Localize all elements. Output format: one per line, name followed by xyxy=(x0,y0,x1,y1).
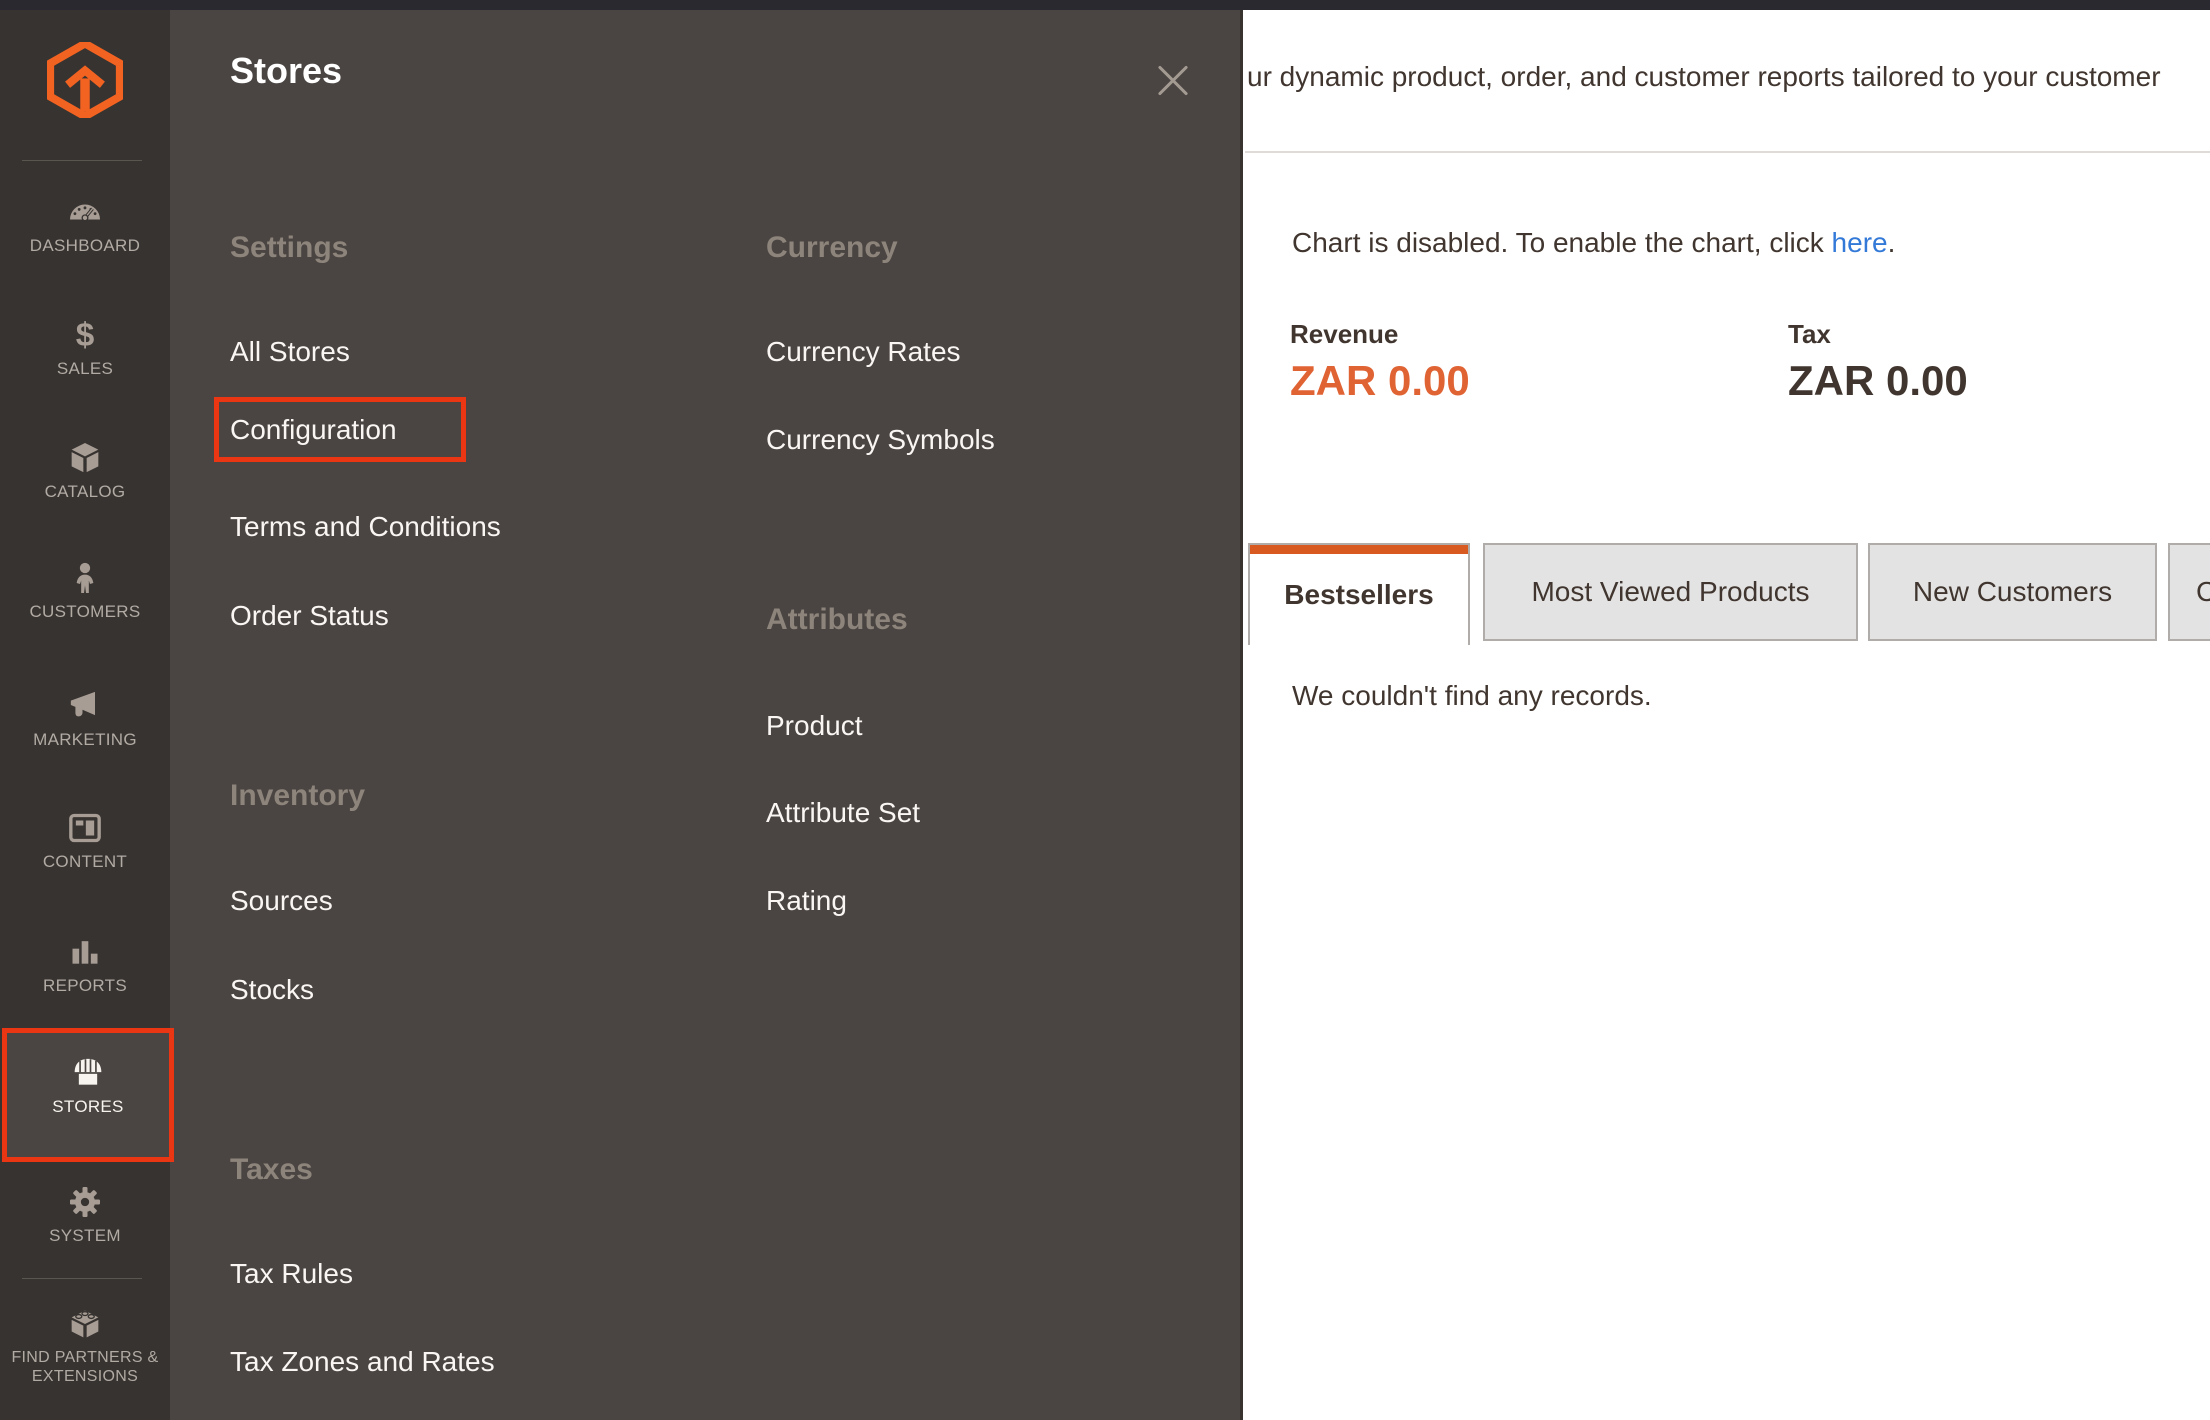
catalog-icon xyxy=(65,438,105,478)
menu-item-configuration[interactable]: Configuration xyxy=(230,413,397,447)
menu-item-rating[interactable]: Rating xyxy=(766,884,847,918)
dashboard-content-area xyxy=(1243,10,2210,1420)
menu-item-attribute-set[interactable]: Attribute Set xyxy=(766,796,920,830)
sidebar-item-customers[interactable]: CUSTOMERS xyxy=(0,558,170,622)
sidebar-item-label: FIND PARTNERS & EXTENSIONS xyxy=(0,1348,170,1386)
menu-item-product[interactable]: Product xyxy=(766,709,863,743)
tab-label: New Customers xyxy=(1913,576,2112,608)
content-icon xyxy=(65,808,105,848)
flyout-column-left: Settings All Stores Configuration Terms … xyxy=(230,10,710,1420)
sidebar-item-dashboard[interactable]: DASHBOARD xyxy=(0,192,170,256)
sidebar-item-label: STORES xyxy=(7,1097,169,1117)
sidebar-item-system[interactable]: SYSTEM xyxy=(0,1182,170,1246)
tab-label: Most Viewed Products xyxy=(1531,576,1809,608)
tax-metric: Tax ZAR 0.00 xyxy=(1788,318,2208,404)
section-title-taxes: Taxes xyxy=(230,1152,313,1188)
magento-admin-screen: DASHBOARD $ SALES CATALOG xyxy=(0,0,2210,1420)
tab-most-viewed-products[interactable]: Most Viewed Products xyxy=(1483,543,1858,641)
active-tab-accent-bar xyxy=(1250,545,1468,554)
tab-bestsellers[interactable]: Bestsellers xyxy=(1248,543,1470,645)
header-divider xyxy=(1245,151,2210,153)
top-chrome-strip xyxy=(0,0,2210,10)
reports-icon xyxy=(65,932,105,972)
tab-new-customers[interactable]: New Customers xyxy=(1868,543,2157,641)
chart-notice-period: . xyxy=(1888,227,1896,258)
marketing-icon xyxy=(65,686,105,726)
menu-item-sources[interactable]: Sources xyxy=(230,884,333,918)
section-title-settings: Settings xyxy=(230,230,348,266)
customers-icon xyxy=(65,558,105,598)
tax-value: ZAR 0.00 xyxy=(1788,358,2208,404)
menu-item-currency-rates[interactable]: Currency Rates xyxy=(766,335,961,369)
sidebar-item-label: SYSTEM xyxy=(0,1226,170,1246)
revenue-metric: Revenue ZAR 0.00 xyxy=(1290,318,1710,404)
section-title-attributes: Attributes xyxy=(766,602,908,638)
admin-sidebar: DASHBOARD $ SALES CATALOG xyxy=(0,10,170,1420)
menu-item-order-status[interactable]: Order Status xyxy=(230,599,389,633)
sidebar-item-marketing[interactable]: MARKETING xyxy=(0,686,170,750)
stores-flyout-menu: Stores Settings All Stores Configuration… xyxy=(170,10,1243,1420)
dashboard-icon xyxy=(65,192,105,232)
sidebar-item-reports[interactable]: REPORTS xyxy=(0,932,170,996)
magento-logo-icon xyxy=(47,42,123,118)
sidebar-item-find-partners[interactable]: FIND PARTNERS & EXTENSIONS xyxy=(0,1304,170,1386)
menu-item-tax-rules[interactable]: Tax Rules xyxy=(230,1257,353,1291)
tab-partial-right-edge[interactable]: C xyxy=(2168,543,2210,641)
menu-item-currency-symbols[interactable]: Currency Symbols xyxy=(766,423,995,457)
svg-text:$: $ xyxy=(76,317,95,354)
sidebar-divider xyxy=(22,160,142,161)
section-title-currency: Currency xyxy=(766,230,898,266)
find-partners-icon xyxy=(65,1304,105,1344)
sidebar-item-label: MARKETING xyxy=(0,730,170,750)
menu-item-all-stores[interactable]: All Stores xyxy=(230,335,350,369)
tax-label: Tax xyxy=(1788,318,2208,350)
advanced-reporting-text-fragment: ur dynamic product, order, and customer … xyxy=(1247,60,2161,94)
menu-item-terms-and-conditions[interactable]: Terms and Conditions xyxy=(230,510,501,544)
sidebar-item-label: SALES xyxy=(0,359,170,379)
stores-icon xyxy=(68,1053,108,1093)
system-icon xyxy=(65,1182,105,1222)
tab-label: C xyxy=(2196,576,2210,608)
sidebar-item-catalog[interactable]: CATALOG xyxy=(0,438,170,502)
chart-disabled-notice: Chart is disabled. To enable the chart, … xyxy=(1292,226,1895,260)
sidebar-item-label: CATALOG xyxy=(0,482,170,502)
chart-notice-text: Chart is disabled. To enable the chart, … xyxy=(1292,227,1832,258)
sidebar-item-label: DASHBOARD xyxy=(0,236,170,256)
sidebar-item-label: CUSTOMERS xyxy=(0,602,170,622)
revenue-label: Revenue xyxy=(1290,318,1710,350)
sidebar-item-label: CONTENT xyxy=(0,852,170,872)
sidebar-item-content[interactable]: CONTENT xyxy=(0,808,170,872)
section-title-inventory: Inventory xyxy=(230,778,365,814)
tab-label: Bestsellers xyxy=(1284,579,1433,611)
sidebar-item-sales[interactable]: $ SALES xyxy=(0,315,170,379)
highlight-box-configuration: Configuration xyxy=(214,397,466,462)
no-records-message: We couldn't find any records. xyxy=(1292,679,1652,713)
enable-chart-link[interactable]: here xyxy=(1832,227,1888,258)
flyout-column-right: Currency Currency Rates Currency Symbols… xyxy=(766,10,1206,1420)
sidebar-divider xyxy=(22,1278,142,1279)
sidebar-item-label: REPORTS xyxy=(0,976,170,996)
menu-item-stocks[interactable]: Stocks xyxy=(230,973,314,1007)
magento-logo[interactable] xyxy=(47,42,123,126)
sales-icon: $ xyxy=(65,315,105,355)
revenue-value: ZAR 0.00 xyxy=(1290,358,1710,404)
menu-item-tax-zones-and-rates[interactable]: Tax Zones and Rates xyxy=(230,1345,495,1379)
sidebar-item-stores[interactable]: STORES xyxy=(2,1028,174,1162)
